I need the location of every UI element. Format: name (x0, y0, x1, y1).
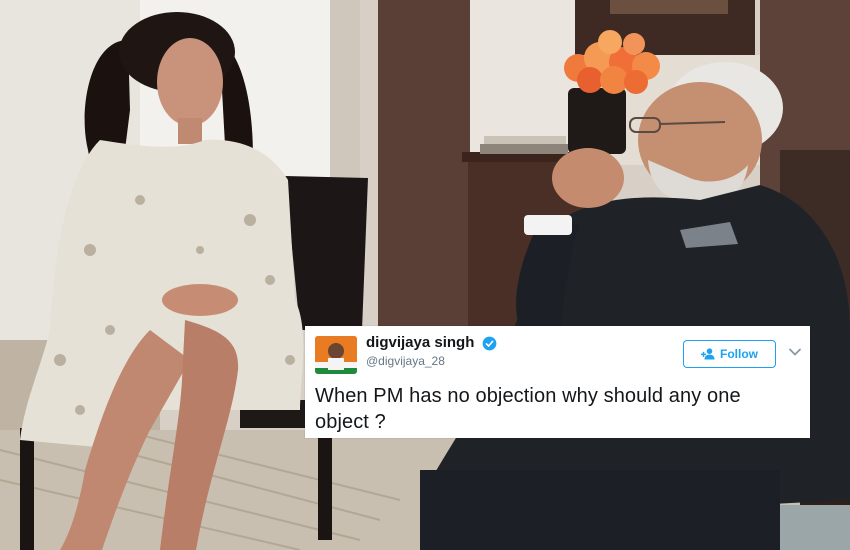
follow-button-label: Follow (720, 347, 758, 361)
chevron-down-icon[interactable] (788, 346, 802, 358)
verified-badge-icon (482, 336, 497, 351)
avatar[interactable] (315, 336, 357, 374)
tweet-card: digvijaya singh @digvijaya_28 Follow Whe… (305, 326, 810, 438)
user-handle[interactable]: @digvijaya_28 (366, 354, 445, 368)
avatar-image (315, 336, 357, 374)
follow-button[interactable]: Follow (683, 340, 776, 368)
tweet-text: When PM has no objection why should any … (315, 385, 741, 433)
add-person-icon (701, 348, 715, 360)
photo-scene (0, 0, 850, 550)
background-photo (0, 0, 850, 550)
display-name[interactable]: digvijaya singh (366, 334, 474, 351)
